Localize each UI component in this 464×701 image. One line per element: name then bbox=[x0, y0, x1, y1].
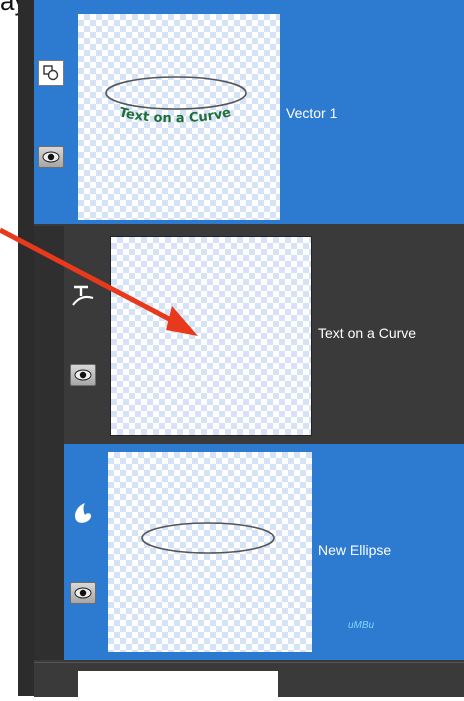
annotation-arrow bbox=[0, 227, 198, 336]
